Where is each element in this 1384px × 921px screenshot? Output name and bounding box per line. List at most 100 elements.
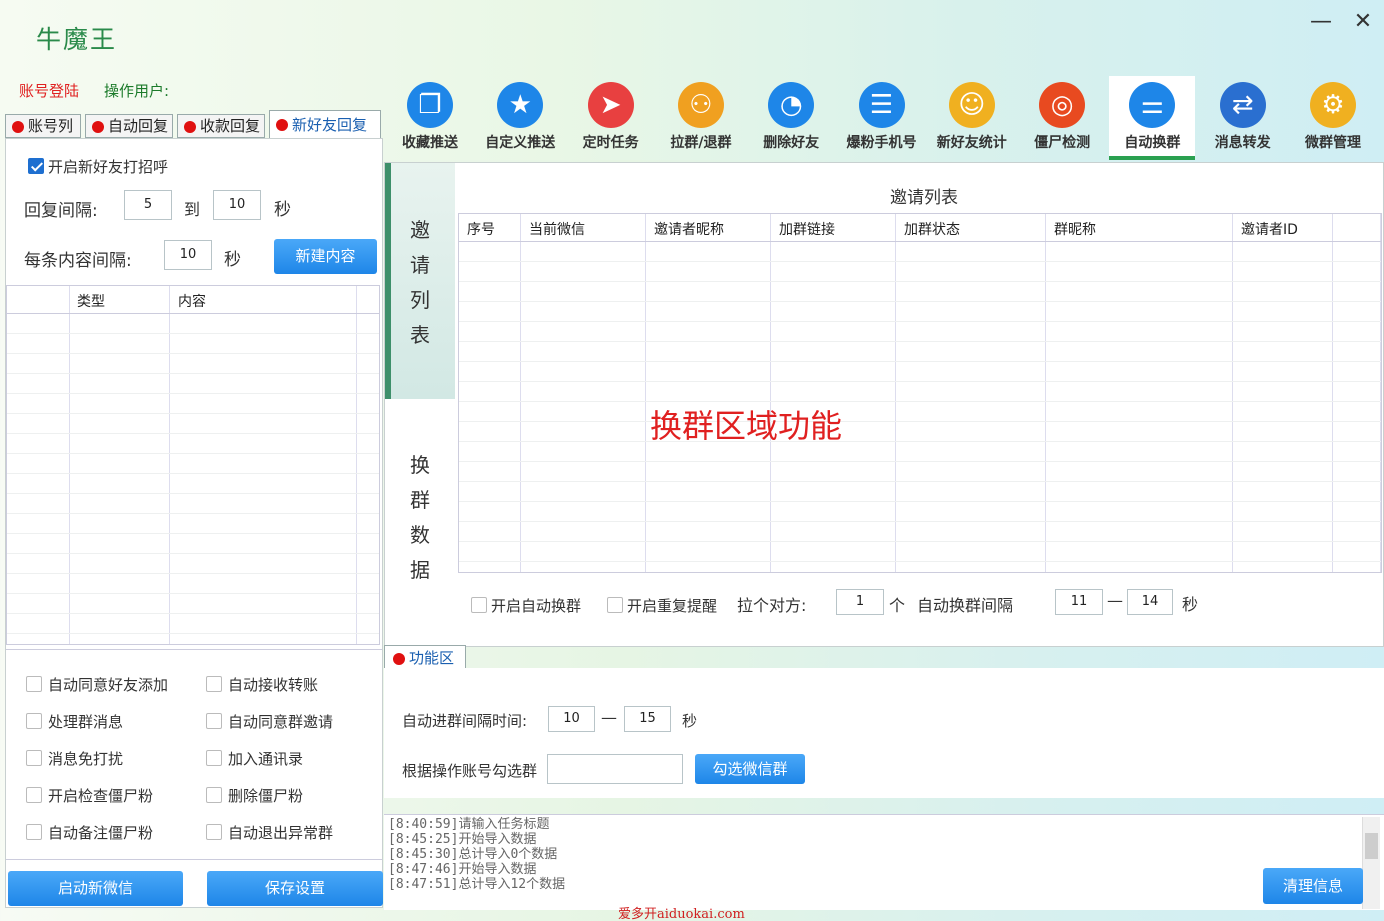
table-row <box>7 554 379 574</box>
account-login-link[interactable]: 账号登陆 <box>19 80 79 101</box>
log-line: [8:45:25]开始导入数据 <box>388 832 537 847</box>
content-interval-input[interactable]: 10 <box>164 240 212 270</box>
reply-interval-from-input[interactable]: 5 <box>124 190 172 220</box>
auto-swap-checkbox[interactable] <box>471 597 487 613</box>
table-row <box>7 434 379 454</box>
left-panel: 开启新好友打招呼 回复间隔: 5 到 10 秒 每条内容间隔: 10 秒 新建内… <box>5 138 383 908</box>
tab-auto-reply[interactable]: 自动回复 <box>85 114 173 138</box>
table-row <box>459 362 1381 382</box>
option-checkbox[interactable] <box>206 787 222 803</box>
toolbar-item-forward[interactable]: ⇄ 消息转发 <box>1200 76 1286 156</box>
table-row <box>7 574 379 594</box>
toolbar-item-label: 自定义推送 <box>485 135 556 151</box>
toolbar-item-label: 消息转发 <box>1214 135 1271 151</box>
auto-swap-label: 开启自动换群 <box>491 597 582 615</box>
favorite-push-icon: ❐ <box>407 82 453 128</box>
select-by-account-input[interactable] <box>547 754 683 784</box>
toolbar-item-label: 微群管理 <box>1305 135 1361 151</box>
table-row <box>7 594 379 614</box>
save-settings-button[interactable]: 保存设置 <box>207 871 383 906</box>
gear-icon: ⚙ <box>1310 82 1356 128</box>
toolbar-item-label: 拉群/退群 <box>670 135 732 151</box>
log-output: [8:40:59]请输入任务标题 [8:45:25]开始导入数据 [8:45:30]… <box>388 817 565 892</box>
sidetab-char: 请 <box>410 253 430 277</box>
toolbar-item-target[interactable]: ◎ 僵尸检测 <box>1019 76 1105 156</box>
swap-interval-from-input[interactable]: 11 <box>1055 589 1103 615</box>
toolbar-item-scheduled-task[interactable]: ➤ 定时任务 <box>568 76 654 156</box>
toolbar-item-gear[interactable]: ⚙ 微群管理 <box>1290 76 1376 156</box>
tab-payment-reply[interactable]: 收款回复 <box>177 114 265 138</box>
clear-log-button[interactable]: 清理信息 <box>1263 868 1363 904</box>
toolbar-item-custom-push[interactable]: ★ 自定义推送 <box>477 76 563 156</box>
swap-area-watermark: 换群区域功能 <box>650 407 843 445</box>
option-checkbox[interactable] <box>206 824 222 840</box>
sidetab-swap-data[interactable]: 换群数据 <box>385 448 455 588</box>
select-by-account-label: 根据操作账号勾选群 <box>402 762 538 780</box>
table-row <box>7 454 379 474</box>
toolbar-item-phone-list[interactable]: ☰ 爆粉手机号 <box>839 76 925 156</box>
option-checkbox[interactable] <box>206 713 222 729</box>
log-scrollbar[interactable] <box>1362 817 1380 909</box>
table-row <box>459 482 1381 502</box>
close-button[interactable]: ✕ <box>1348 8 1378 36</box>
enable-greeting-label: 开启新好友打招呼 <box>48 158 169 176</box>
toolbar-item-delete-friend[interactable]: ◔ 删除好友 <box>748 76 834 156</box>
table-row <box>459 522 1381 542</box>
toolbar-item-sliders[interactable]: ⚌ 自动换群 <box>1109 76 1196 160</box>
minimize-button[interactable]: — <box>1306 8 1336 36</box>
tab-new-friend-reply[interactable]: 新好友回复 <box>269 110 381 139</box>
scrollbar-thumb[interactable] <box>1365 833 1378 859</box>
swap-interval-to-input[interactable]: 14 <box>1127 589 1173 615</box>
sidetab-char: 列 <box>410 288 430 312</box>
option-label: 自动备注僵尸粉 <box>48 824 154 842</box>
content-grid-header: 类型 内容 <box>7 286 379 314</box>
swap-interval-label: 自动换群间隔 <box>917 596 1014 615</box>
table-row <box>7 334 379 354</box>
enter-interval-to-input[interactable]: 15 <box>624 706 671 732</box>
column-content: 内容 <box>178 294 206 310</box>
option-checkbox[interactable] <box>26 787 42 803</box>
toolbar-item-label: 删除好友 <box>763 135 820 151</box>
pull-count-input[interactable]: 1 <box>836 589 884 615</box>
option-checkbox[interactable] <box>206 750 222 766</box>
sidetab-char: 数 <box>410 523 430 547</box>
table-row <box>459 402 1381 422</box>
option-checkbox[interactable] <box>206 676 222 692</box>
table-row <box>7 354 379 374</box>
enable-greeting-checkbox[interactable] <box>28 158 44 174</box>
toolbar-item-favorite-push[interactable]: ❐ 收藏推送 <box>387 76 473 156</box>
seconds-label: 秒 <box>224 250 241 270</box>
forward-icon: ⇄ <box>1219 82 1266 128</box>
toolbar-item-label: 爆粉手机号 <box>846 135 917 151</box>
option-checkbox[interactable] <box>26 824 42 840</box>
table-row <box>459 242 1381 262</box>
repeat-remind-label: 开启重复提醒 <box>627 597 718 615</box>
sidetab-char: 邀 <box>410 218 430 242</box>
option-checkbox[interactable] <box>26 676 42 692</box>
start-new-wechat-button[interactable]: 启动新微信 <box>8 871 183 906</box>
select-wechat-group-button[interactable]: 勾选微信群 <box>695 754 805 784</box>
repeat-remind-checkbox[interactable] <box>607 597 623 613</box>
option-label: 自动同意好友添加 <box>48 676 169 694</box>
reply-interval-to-input[interactable]: 10 <box>213 190 261 220</box>
enter-interval-from-input[interactable]: 10 <box>548 706 595 732</box>
table-row <box>459 262 1381 282</box>
sidetab-invite-list[interactable]: 邀请列表 <box>385 213 455 353</box>
option-label: 处理群消息 <box>48 713 124 731</box>
table-row <box>7 374 379 394</box>
toolbar-item-group-join[interactable]: ⚇ 拉群/退群 <box>658 76 744 156</box>
sidetab-char: 据 <box>410 558 430 582</box>
content-grid-body <box>7 314 379 644</box>
table-row <box>459 542 1381 562</box>
unit-label: 个 <box>889 596 906 615</box>
log-line: [8:45:30]总计导入0个数据 <box>388 847 558 862</box>
tab-account-list[interactable]: 账号列 <box>5 114 81 138</box>
toolbar-item-label: 自动换群 <box>1124 135 1181 151</box>
new-content-button[interactable]: 新建内容 <box>274 239 377 274</box>
table-row <box>459 502 1381 522</box>
table-row <box>7 514 379 534</box>
red-dot-icon <box>184 121 196 133</box>
option-checkbox[interactable] <box>26 750 42 766</box>
option-checkbox[interactable] <box>26 713 42 729</box>
toolbar-item-user-stats[interactable]: ☺ 新好友统计 <box>929 76 1015 156</box>
